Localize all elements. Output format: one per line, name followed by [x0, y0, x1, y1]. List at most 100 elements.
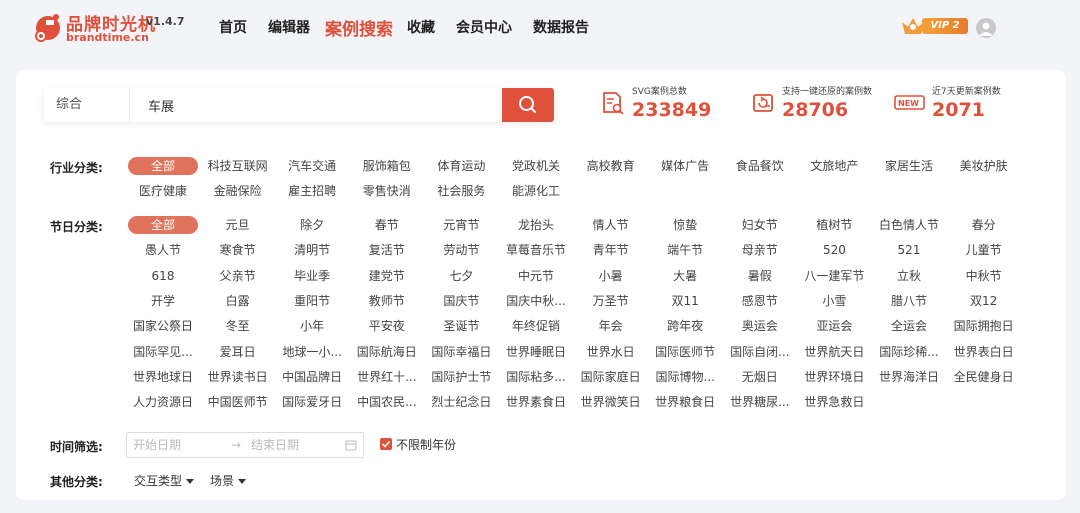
filter-tag[interactable]: 金融保险	[203, 182, 273, 200]
filter-tag[interactable]: 草莓音乐节	[501, 241, 571, 259]
filter-tag[interactable]: 国际护士节	[426, 368, 496, 386]
filter-tag[interactable]: 党政机关	[501, 157, 571, 175]
nav-case-search[interactable]: 案例搜索	[325, 15, 393, 40]
filter-tag[interactable]: 521	[874, 241, 944, 259]
filter-tag[interactable]: 儿童节	[949, 241, 1019, 259]
filter-tag[interactable]: 开学	[128, 292, 198, 310]
filter-tag[interactable]: 清明节	[277, 241, 347, 259]
filter-tag[interactable]: 全运会	[874, 317, 944, 335]
filter-tag[interactable]: 国家公祭日	[128, 317, 198, 335]
filter-tag[interactable]: 国际医师节	[650, 343, 720, 361]
filter-tag[interactable]: 建党节	[352, 267, 422, 285]
filter-tag[interactable]: 教师节	[352, 292, 422, 310]
filter-tag[interactable]: 情人节	[576, 216, 646, 234]
filter-tag[interactable]: 腊八节	[874, 292, 944, 310]
filter-tag[interactable]: 白色情人节	[874, 216, 944, 234]
filter-tag[interactable]: 世界急救日	[799, 393, 869, 411]
filter-tag[interactable]: 春分	[949, 216, 1019, 234]
filter-tag[interactable]: 亚运会	[799, 317, 869, 335]
filter-tag[interactable]: 国际爱牙日	[277, 393, 347, 411]
nav-editor[interactable]: 编辑器	[268, 17, 310, 37]
filter-tag[interactable]: 全民健身日	[949, 368, 1019, 386]
filter-tag[interactable]: 美妆护肤	[949, 157, 1019, 175]
filter-tag[interactable]: 大暑	[650, 267, 720, 285]
filter-tag[interactable]: 跨年夜	[650, 317, 720, 335]
nav-data-report[interactable]: 数据报告	[533, 17, 589, 37]
filter-tag[interactable]: 世界水日	[576, 343, 646, 361]
filter-tag[interactable]: 人力资源日	[128, 393, 198, 411]
filter-tag[interactable]: 无烟日	[725, 368, 795, 386]
filter-tag[interactable]: 食品餐饮	[725, 157, 795, 175]
filter-tag[interactable]: 世界粮食日	[650, 393, 720, 411]
filter-tag[interactable]: 惊蛰	[650, 216, 720, 234]
search-type-select[interactable]: 综合	[44, 88, 130, 122]
start-date-input[interactable]: 开始日期	[133, 433, 181, 457]
filter-tag[interactable]: 医疗健康	[128, 182, 198, 200]
filter-tag[interactable]: 520	[799, 241, 869, 259]
filter-tag[interactable]: 能源化工	[501, 182, 571, 200]
filter-tag[interactable]: 立秋	[874, 267, 944, 285]
filter-tag[interactable]: 国际珍稀...	[874, 343, 944, 361]
filter-tag[interactable]: 青年节	[576, 241, 646, 259]
filter-tag[interactable]: 元宵节	[426, 216, 496, 234]
filter-tag[interactable]: 家居生活	[874, 157, 944, 175]
filter-tag[interactable]: 国庆中秋...	[501, 292, 571, 310]
filter-tag[interactable]: 龙抬头	[501, 216, 571, 234]
filter-tag[interactable]: 雇主招聘	[277, 182, 347, 200]
filter-tag[interactable]: 国庆节	[426, 292, 496, 310]
scene-dropdown[interactable]: 场景	[210, 472, 247, 489]
filter-tag[interactable]: 毕业季	[277, 267, 347, 285]
filter-tag[interactable]: 母亲节	[725, 241, 795, 259]
filter-tag[interactable]: 感恩节	[725, 292, 795, 310]
filter-tag[interactable]: 媒体广告	[650, 157, 720, 175]
filter-tag[interactable]: 愚人节	[128, 241, 198, 259]
filter-tag[interactable]: 双11	[650, 292, 720, 310]
filter-tag[interactable]: 国际拥抱日	[949, 317, 1019, 335]
filter-tag[interactable]: 中国品牌日	[277, 368, 347, 386]
filter-tag[interactable]: 圣诞节	[426, 317, 496, 335]
filter-tag[interactable]: 八一建军节	[799, 267, 869, 285]
filter-tag[interactable]: 服饰箱包	[352, 157, 422, 175]
search-input[interactable]	[130, 88, 502, 122]
filter-tag[interactable]: 烈士纪念日	[426, 393, 496, 411]
filter-tag[interactable]: 世界地球日	[128, 368, 198, 386]
filter-tag[interactable]: 除夕	[277, 216, 347, 234]
filter-tag[interactable]: 体育运动	[426, 157, 496, 175]
filter-tag[interactable]: 高校教育	[576, 157, 646, 175]
filter-tag[interactable]: 冬至	[203, 317, 273, 335]
filter-tag[interactable]: 白露	[203, 292, 273, 310]
filter-tag[interactable]: 世界睡眠日	[501, 343, 571, 361]
filter-tag[interactable]: 小雪	[799, 292, 869, 310]
filter-tag[interactable]: 年终促销	[501, 317, 571, 335]
filter-tag[interactable]: 国际航海日	[352, 343, 422, 361]
filter-tag[interactable]: 平安夜	[352, 317, 422, 335]
filter-tag[interactable]: 妇女节	[725, 216, 795, 234]
filter-tag[interactable]: 小暑	[576, 267, 646, 285]
filter-tag[interactable]: 暑假	[725, 267, 795, 285]
date-range-picker[interactable]: 开始日期 → 结束日期	[126, 432, 364, 458]
nav-favorites[interactable]: 收藏	[407, 17, 435, 37]
filter-tag[interactable]: 劳动节	[426, 241, 496, 259]
end-date-input[interactable]: 结束日期	[251, 433, 299, 457]
filter-tag[interactable]: 端午节	[650, 241, 720, 259]
filter-tag[interactable]: 世界微笑日	[576, 393, 646, 411]
filter-tag[interactable]: 中国农民...	[352, 393, 422, 411]
filter-tag[interactable]: 社会服务	[426, 182, 496, 200]
filter-tag[interactable]: 万圣节	[576, 292, 646, 310]
nav-home[interactable]: 首页	[219, 17, 247, 37]
filter-tag[interactable]: 春节	[352, 216, 422, 234]
filter-tag[interactable]: 父亲节	[203, 267, 273, 285]
filter-tag[interactable]: 植树节	[799, 216, 869, 234]
filter-tag[interactable]: 世界素食日	[501, 393, 571, 411]
search-button[interactable]	[502, 88, 554, 122]
vip-badge[interactable]: VIP 2	[900, 14, 970, 38]
brand-logo[interactable]: 品牌时光机 brandtime.cn	[32, 10, 155, 44]
interaction-type-dropdown[interactable]: 交互类型	[134, 472, 195, 489]
tag-all[interactable]: 全部	[128, 157, 198, 175]
filter-tag[interactable]: 国际幸福日	[426, 343, 496, 361]
filter-tag[interactable]: 七夕	[426, 267, 496, 285]
filter-tag[interactable]: 世界红十...	[352, 368, 422, 386]
unlimited-year-checkbox[interactable]	[380, 438, 392, 450]
filter-tag[interactable]: 618	[128, 267, 198, 285]
filter-tag[interactable]: 科技互联网	[203, 157, 273, 175]
